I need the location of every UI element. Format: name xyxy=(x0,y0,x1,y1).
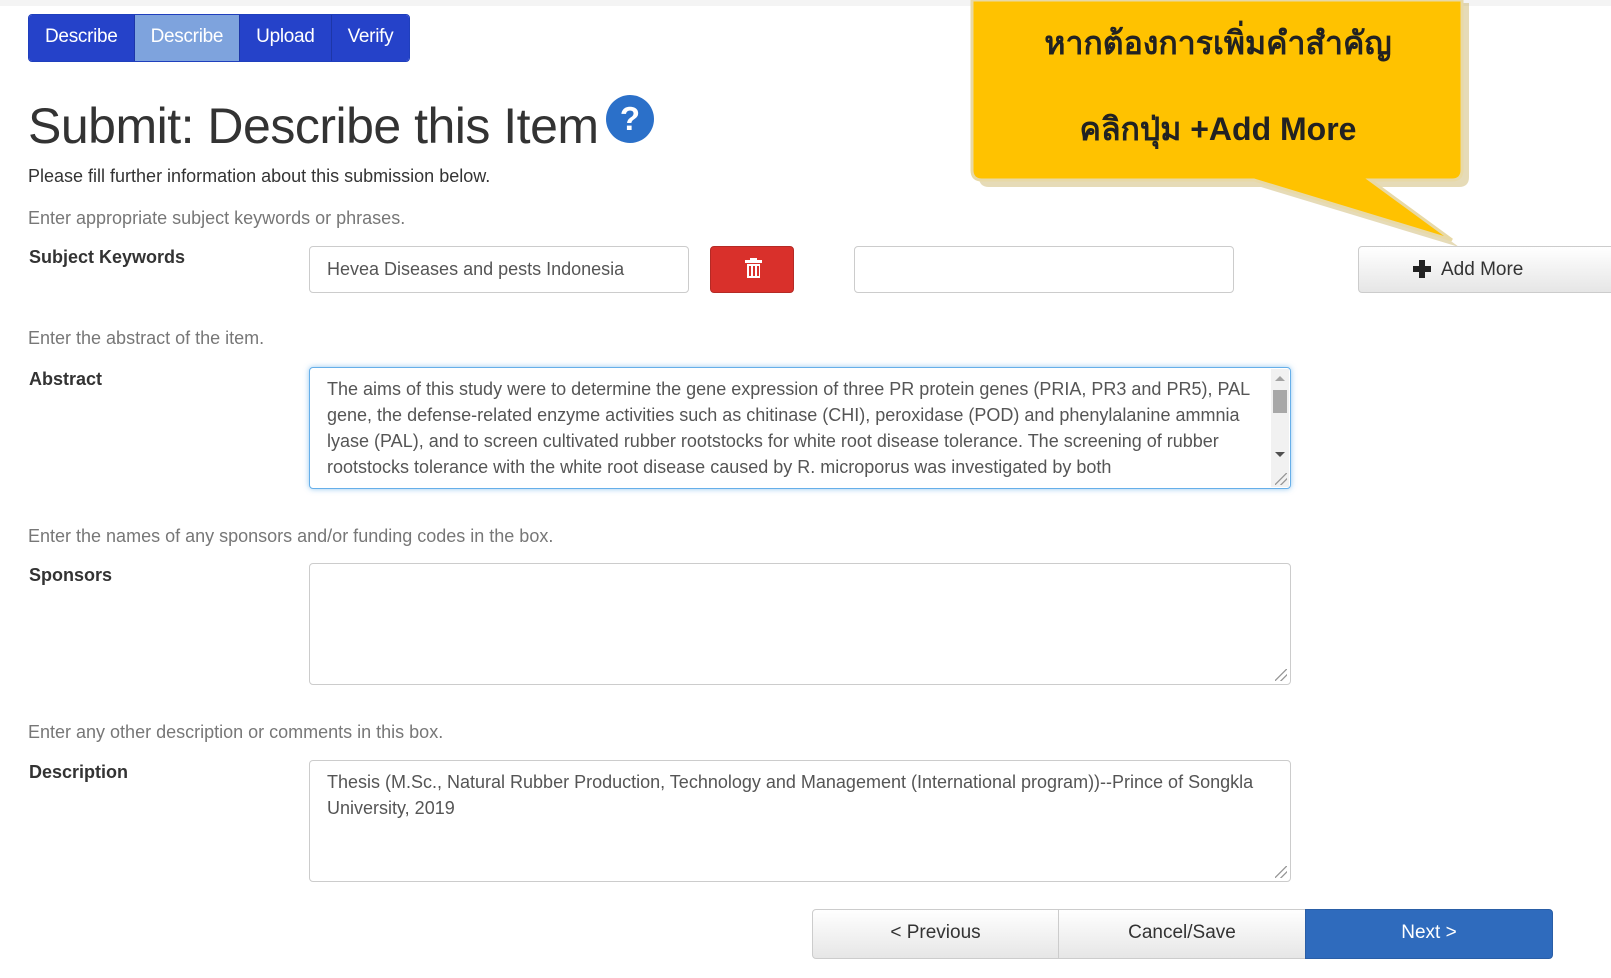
scroll-up-arrow-icon[interactable] xyxy=(1275,376,1285,381)
sponsors-label: Sponsors xyxy=(29,565,113,585)
description-text: Thesis (M.Sc., Natural Rubber Production… xyxy=(327,772,1254,818)
abstract-hint: Enter the abstract of the item. xyxy=(28,328,265,348)
keyword-input-new[interactable] xyxy=(854,246,1234,293)
keyword-input-1[interactable]: Hevea Diseases and pests Indonesia xyxy=(309,246,689,293)
resize-grip-icon[interactable] xyxy=(1275,669,1287,681)
callout-line-1: หากต้องการเพิ่มคำสำคัญ xyxy=(1044,25,1392,61)
scroll-thumb[interactable] xyxy=(1273,390,1287,413)
abstract-scrollbar[interactable] xyxy=(1271,369,1289,487)
abstract-label: Abstract xyxy=(29,369,103,389)
resize-grip-icon[interactable] xyxy=(1275,866,1287,878)
description-textarea[interactable]: Thesis (M.Sc., Natural Rubber Production… xyxy=(309,760,1291,882)
add-more-label: Add More xyxy=(1441,259,1524,280)
sponsors-hint: Enter the names of any sponsors and/or f… xyxy=(28,526,554,546)
description-hint: Enter any other description or comments … xyxy=(28,722,444,742)
cancel-save-button[interactable]: Cancel/Save xyxy=(1058,909,1306,959)
description-label: Description xyxy=(29,762,129,782)
abstract-text: The aims of this study were to determine… xyxy=(327,379,1250,477)
abstract-textarea[interactable]: The aims of this study were to determine… xyxy=(309,367,1291,489)
keywords-hint: Enter appropriate subject keywords or ph… xyxy=(28,208,406,228)
delete-keyword-button[interactable] xyxy=(710,246,794,293)
plus-icon xyxy=(1413,260,1431,278)
previous-button[interactable]: < Previous xyxy=(812,909,1059,959)
trash-icon xyxy=(745,258,762,279)
sponsors-textarea[interactable] xyxy=(309,563,1291,685)
scroll-down-arrow-icon[interactable] xyxy=(1275,452,1285,457)
next-button[interactable]: Next > xyxy=(1305,909,1553,959)
add-more-button[interactable]: Add More xyxy=(1358,246,1611,293)
callout-line-2: คลิกปุ่ม +Add More xyxy=(1079,111,1357,147)
keywords-label: Subject Keywords xyxy=(29,247,186,267)
resize-grip-icon[interactable] xyxy=(1275,473,1287,485)
